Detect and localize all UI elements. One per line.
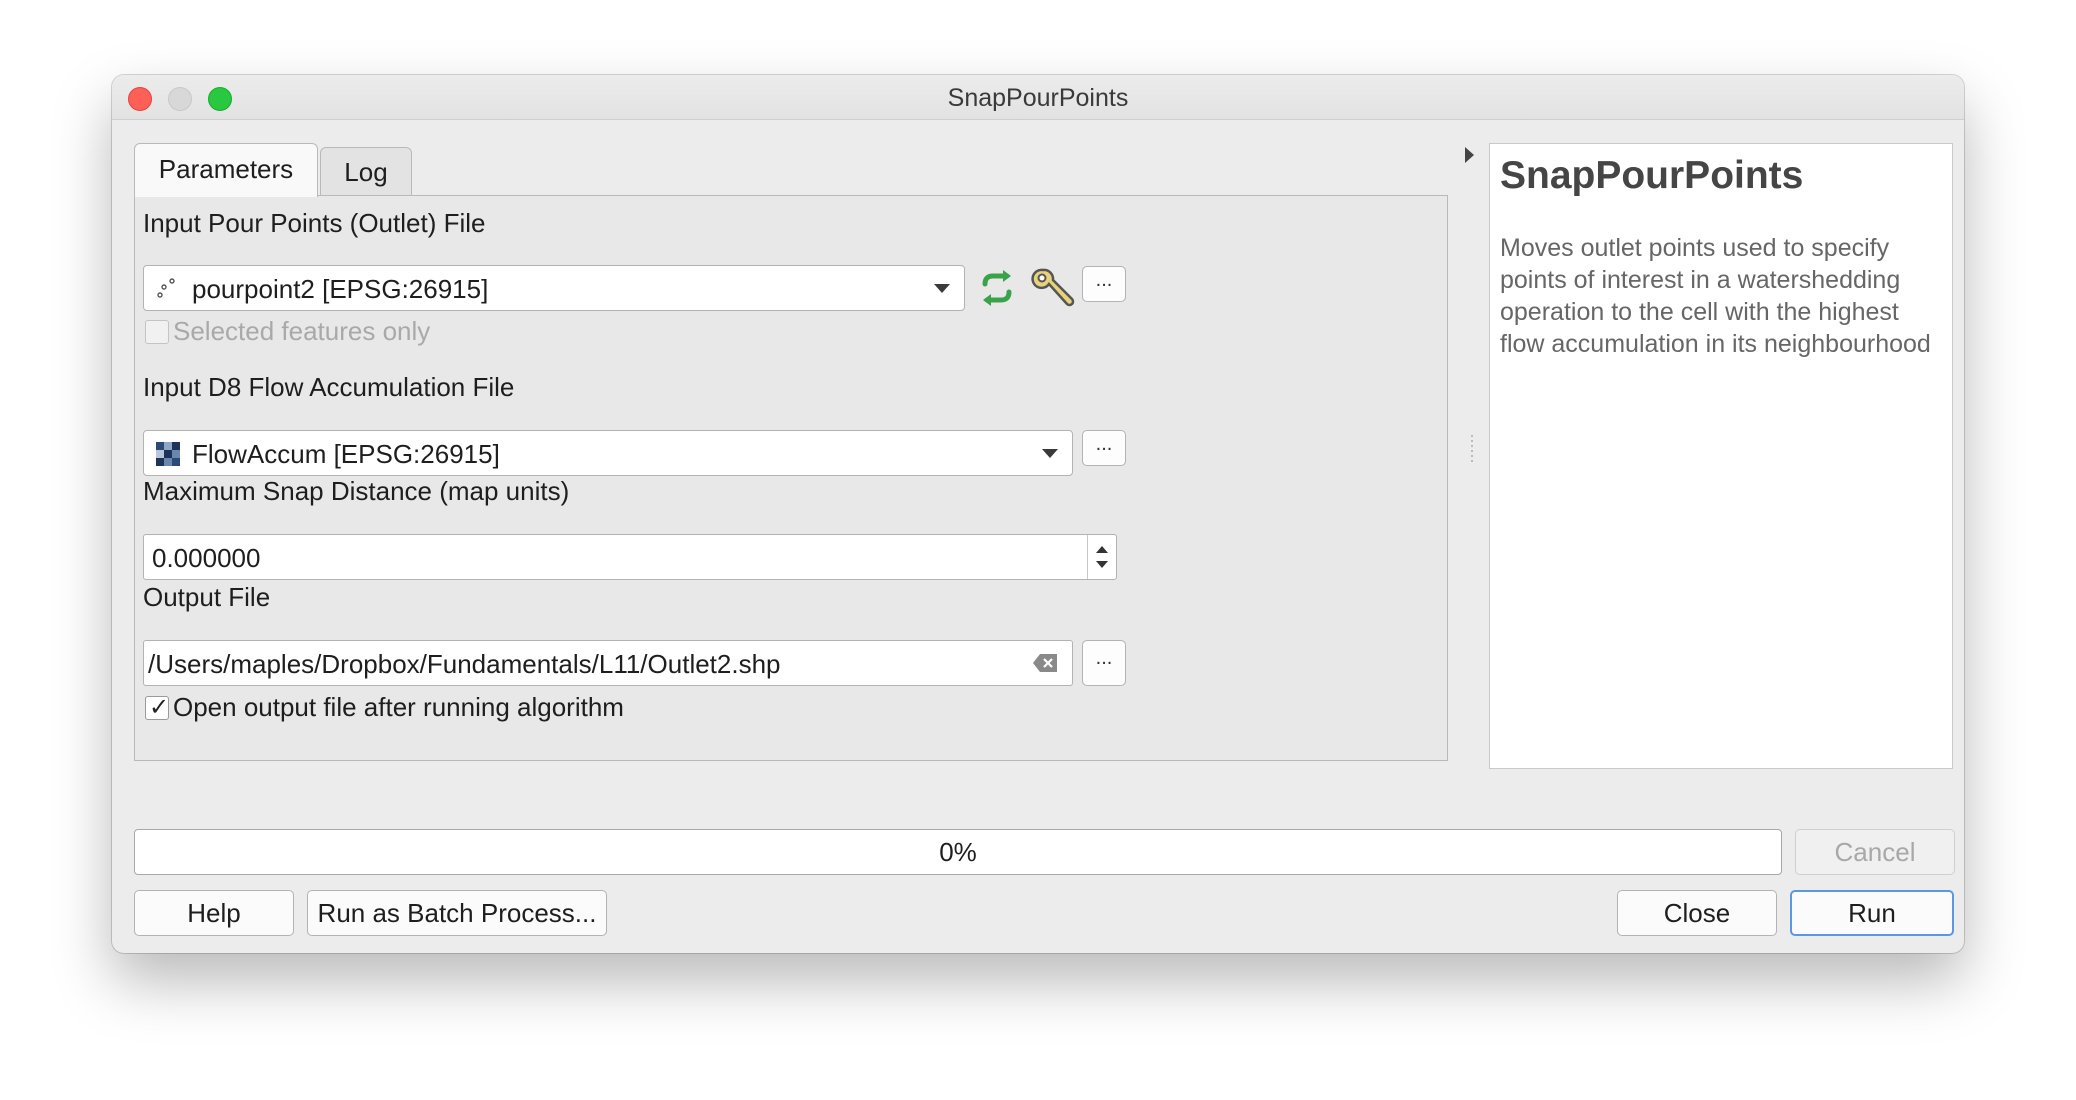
snap-distance-value: 0.000000 [152, 543, 261, 573]
help-description: Moves outlet points used to specify poin… [1500, 234, 1931, 358]
snap-distance-spinbox[interactable]: 0.000000 [143, 534, 1117, 580]
input-pour-points-options-button[interactable]: ... [1082, 266, 1126, 302]
parameters-panel: Input Pour Points (Outlet) File pourpoin… [134, 195, 1448, 761]
point-layer-icon [154, 276, 180, 302]
clear-icon[interactable] [1032, 653, 1058, 673]
cancel-button[interactable]: Cancel [1795, 829, 1955, 875]
raster-layer-icon [156, 442, 180, 466]
algorithm-dialog: SnapPourPoints Parameters Log Input Pour… [112, 75, 1964, 953]
collapse-help-arrow-icon[interactable] [1465, 147, 1474, 163]
help-title: SnapPourPoints [1500, 154, 1804, 197]
output-file-value: /Users/maples/Dropbox/Fundamentals/L11/O… [148, 649, 781, 679]
help-pane: SnapPourPoints Moves outlet points used … [1489, 143, 1953, 769]
input-pour-points-value: pourpoint2 [EPSG:26915] [192, 274, 489, 304]
batch-process-button[interactable]: Run as Batch Process... [307, 890, 607, 936]
iterate-icon[interactable] [977, 268, 1017, 308]
flow-accum-combo[interactable]: FlowAccum [EPSG:26915] [143, 430, 1073, 476]
tab-log[interactable]: Log [320, 147, 412, 195]
run-button[interactable]: Run [1790, 890, 1954, 936]
splitter-handle[interactable] [1471, 435, 1473, 465]
progress-bar: 0% [134, 829, 1782, 875]
spinner-arrows-icon[interactable] [1087, 535, 1116, 579]
wrench-icon[interactable] [1029, 264, 1077, 312]
chevron-down-icon [1042, 449, 1058, 458]
output-file-field[interactable]: /Users/maples/Dropbox/Fundamentals/L11/O… [143, 640, 1073, 686]
close-button[interactable]: Close [1617, 890, 1777, 936]
title-bar: SnapPourPoints [112, 75, 1964, 120]
open-output-label: Open output file after running algorithm [173, 692, 624, 722]
output-file-label: Output File [143, 582, 271, 612]
checkmark-icon: ✓ [149, 694, 170, 721]
window-title: SnapPourPoints [947, 84, 1129, 112]
chevron-down-icon [934, 284, 950, 293]
snap-distance-label: Maximum Snap Distance (map units) [143, 476, 570, 506]
selected-features-label: Selected features only [173, 316, 431, 346]
open-output-checkbox[interactable]: ✓ [145, 694, 170, 721]
output-file-browse-button[interactable]: ... [1082, 640, 1126, 686]
flow-accum-browse-button[interactable]: ... [1082, 430, 1126, 466]
tab-parameters[interactable]: Parameters [134, 143, 318, 197]
selected-features-checkbox[interactable] [145, 320, 169, 344]
flow-accum-label: Input D8 Flow Accumulation File [143, 372, 515, 402]
help-button[interactable]: Help [134, 890, 294, 936]
input-pour-points-combo[interactable]: pourpoint2 [EPSG:26915] [143, 265, 965, 311]
flow-accum-value: FlowAccum [EPSG:26915] [192, 439, 500, 469]
input-pour-points-label: Input Pour Points (Outlet) File [143, 208, 486, 238]
